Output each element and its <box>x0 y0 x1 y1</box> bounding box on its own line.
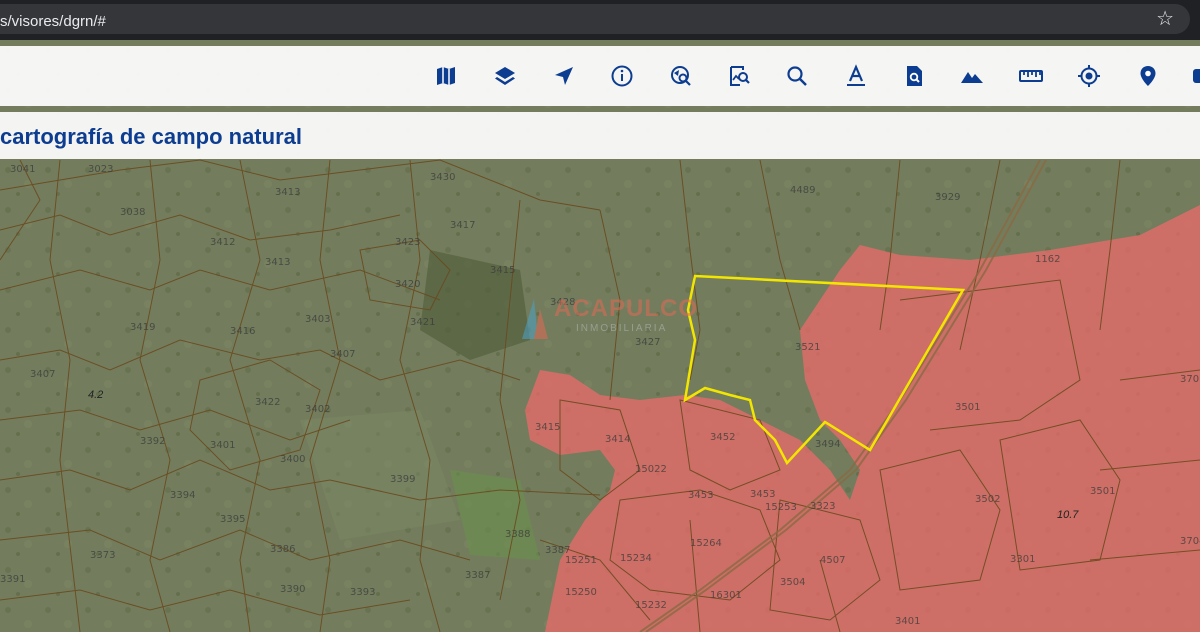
svg-text:3416: 3416 <box>230 326 255 337</box>
svg-text:3502: 3502 <box>975 494 1000 505</box>
svg-text:3301: 3301 <box>1010 554 1035 565</box>
svg-text:16301: 16301 <box>710 590 742 601</box>
svg-text:3407: 3407 <box>330 349 355 360</box>
svg-text:3453: 3453 <box>688 490 713 501</box>
document-search-icon[interactable] <box>901 63 927 89</box>
zone-label-b: 10.7 <box>1057 509 1079 521</box>
image-search-icon[interactable] <box>726 63 752 89</box>
zone-label-a: 4.2 <box>88 389 104 401</box>
locate-icon[interactable] <box>1076 63 1102 89</box>
svg-text:15234: 15234 <box>620 553 652 564</box>
svg-text:3038: 3038 <box>120 207 145 218</box>
svg-text:3401: 3401 <box>210 440 235 451</box>
svg-text:3393: 3393 <box>350 587 375 598</box>
svg-text:3373: 3373 <box>90 550 115 561</box>
svg-text:3929: 3929 <box>935 192 960 203</box>
layers-icon[interactable] <box>492 63 518 89</box>
svg-text:3419: 3419 <box>130 322 155 333</box>
svg-text:3390: 3390 <box>280 584 305 595</box>
svg-text:3412: 3412 <box>210 237 235 248</box>
title-bar: cartografía de campo natural <box>0 112 1200 159</box>
svg-text:3413: 3413 <box>275 187 300 198</box>
svg-text:3388: 3388 <box>505 529 530 540</box>
svg-text:3501: 3501 <box>1090 486 1115 497</box>
navigate-icon[interactable] <box>551 63 577 89</box>
url-field[interactable]: s/visores/dgrn/# <box>0 4 1190 34</box>
watermark: ACAPULCO INMOBILIARIA <box>520 293 698 343</box>
svg-text:3413: 3413 <box>265 257 290 268</box>
svg-text:3414: 3414 <box>605 434 630 445</box>
svg-text:3391: 3391 <box>0 574 25 585</box>
svg-text:3430: 3430 <box>430 172 455 183</box>
svg-text:3386: 3386 <box>270 544 295 555</box>
svg-text:3452: 3452 <box>710 432 735 443</box>
svg-text:3402: 3402 <box>305 404 330 415</box>
watermark-name: ACAPULCO <box>554 295 698 322</box>
ruler-icon[interactable] <box>1018 63 1044 89</box>
page-title: cartografía de campo natural <box>0 124 302 149</box>
search-icon[interactable] <box>784 63 810 89</box>
svg-text:15251: 15251 <box>565 555 597 566</box>
svg-text:15232: 15232 <box>635 600 667 611</box>
svg-text:3422: 3422 <box>255 397 280 408</box>
svg-text:4507: 4507 <box>820 555 845 566</box>
star-icon[interactable]: ☆ <box>1156 6 1174 31</box>
svg-text:15253: 15253 <box>765 502 797 513</box>
svg-text:15250: 15250 <box>565 587 597 598</box>
svg-text:3403: 3403 <box>305 314 330 325</box>
svg-text:3521: 3521 <box>795 342 820 353</box>
location-pin-icon[interactable] <box>1135 63 1161 89</box>
svg-text:3407: 3407 <box>30 369 55 380</box>
basemap-icon[interactable] <box>433 63 459 89</box>
svg-text:3023: 3023 <box>88 164 113 175</box>
svg-text:3400: 3400 <box>280 454 305 465</box>
browser-address-bar: s/visores/dgrn/# ☆ <box>0 0 1200 40</box>
svg-text:3453: 3453 <box>750 489 775 500</box>
svg-text:3401: 3401 <box>895 616 920 627</box>
svg-text:3392: 3392 <box>140 436 165 447</box>
svg-text:3417: 3417 <box>450 220 475 231</box>
svg-text:3421: 3421 <box>410 317 435 328</box>
svg-text:4489: 4489 <box>790 185 815 196</box>
svg-text:3701: 3701 <box>1180 374 1200 385</box>
svg-text:3504: 3504 <box>780 577 805 588</box>
svg-text:3395: 3395 <box>220 514 245 525</box>
url-text: s/visores/dgrn/# <box>0 13 106 30</box>
svg-text:3041: 3041 <box>10 164 35 175</box>
terrain-icon[interactable] <box>959 63 985 89</box>
info-icon[interactable] <box>609 63 635 89</box>
svg-text:3394: 3394 <box>170 490 195 501</box>
svg-text:3415: 3415 <box>490 265 515 276</box>
map-toolbar <box>0 46 1200 106</box>
more-tool-icon[interactable] <box>1188 63 1200 89</box>
watermark-logo-icon <box>522 299 548 339</box>
svg-text:3399: 3399 <box>390 474 415 485</box>
svg-text:3420: 3420 <box>395 279 420 290</box>
search-map-icon[interactable] <box>668 63 694 89</box>
svg-text:3423: 3423 <box>395 237 420 248</box>
svg-text:15264: 15264 <box>690 538 722 549</box>
text-annotation-icon[interactable] <box>843 63 869 89</box>
watermark-subtitle: INMOBILIARIA <box>576 323 668 334</box>
svg-text:3501: 3501 <box>955 402 980 413</box>
svg-text:15022: 15022 <box>635 464 667 475</box>
svg-text:1162: 1162 <box>1035 254 1060 265</box>
svg-text:3387: 3387 <box>465 570 490 581</box>
svg-text:3415: 3415 <box>535 422 560 433</box>
svg-text:3323: 3323 <box>810 501 835 512</box>
svg-text:3494: 3494 <box>815 439 840 450</box>
svg-text:3704: 3704 <box>1180 536 1200 547</box>
